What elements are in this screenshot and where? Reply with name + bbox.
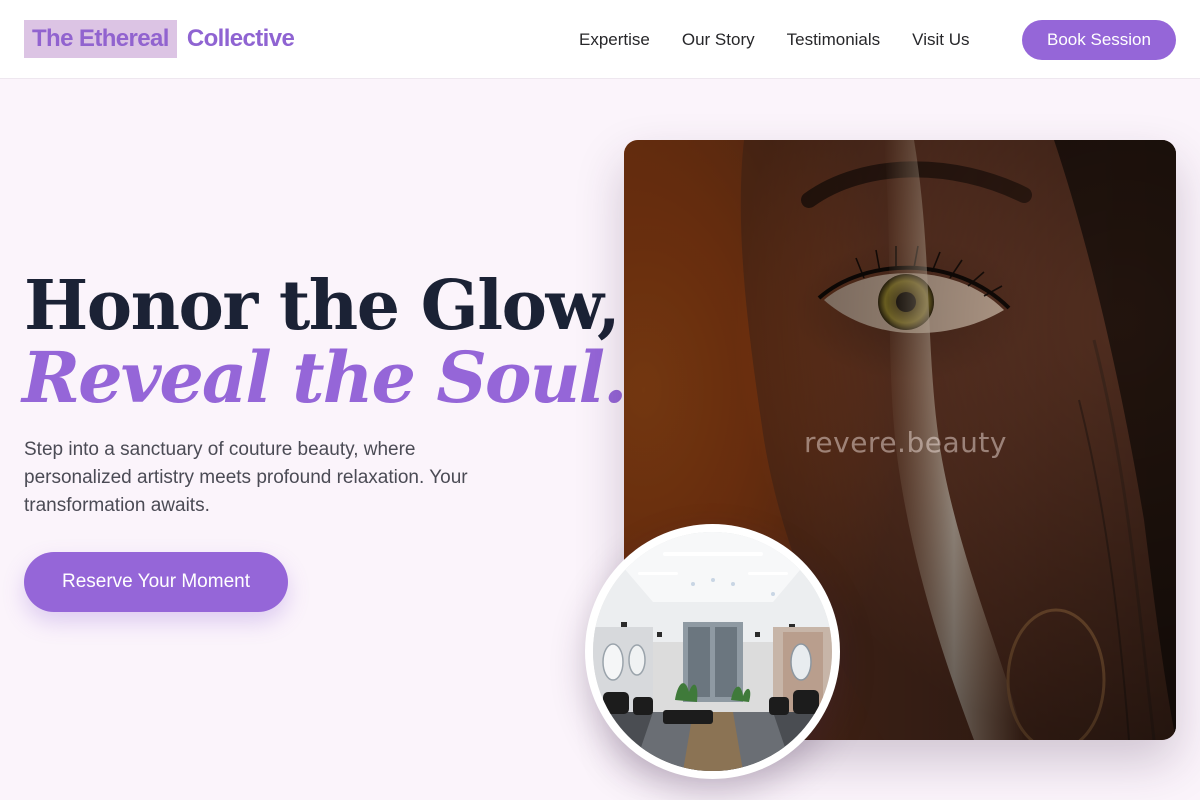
salon-interior-image bbox=[585, 524, 840, 779]
reserve-moment-button[interactable]: Reserve Your Moment bbox=[24, 552, 288, 612]
salon-interior-photo bbox=[593, 532, 832, 771]
portrait-watermark: revere.beauty bbox=[804, 426, 1007, 459]
main-nav: Expertise Our Story Testimonials Visit U… bbox=[563, 0, 969, 79]
nav-link-our-story[interactable]: Our Story bbox=[682, 30, 755, 50]
brand-name-rest: Collective bbox=[186, 25, 295, 52]
site-header: The Ethereal Collective Expertise Our St… bbox=[0, 0, 1200, 79]
book-session-button[interactable]: Book Session bbox=[1022, 20, 1176, 60]
salon-illustration bbox=[593, 532, 832, 771]
hero-title: Honor the Glow, bbox=[24, 266, 621, 346]
nav-link-visit-us[interactable]: Visit Us bbox=[912, 30, 969, 50]
brand-name-highlight: The Ethereal bbox=[24, 20, 177, 58]
hero-description: Step into a sanctuary of couture beauty,… bbox=[24, 439, 468, 516]
nav-link-testimonials[interactable]: Testimonials bbox=[787, 30, 881, 50]
hero-subtitle: Reveal the Soul. bbox=[22, 336, 627, 419]
brand-logo[interactable]: The Ethereal Collective bbox=[24, 20, 295, 58]
nav-link-expertise[interactable]: Expertise bbox=[579, 30, 650, 50]
